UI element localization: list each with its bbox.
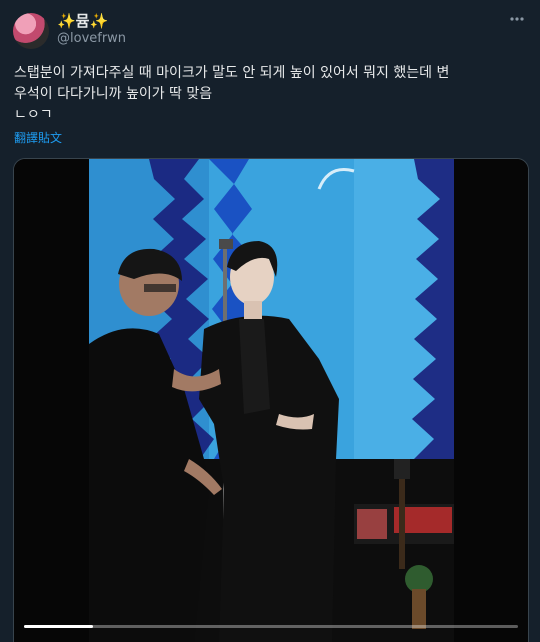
video-progress-bar[interactable] <box>24 625 518 628</box>
more-options-icon[interactable] <box>508 10 526 28</box>
video-progress-fill <box>24 625 94 628</box>
video-player[interactable] <box>13 158 529 642</box>
user-info: ✨뮴✨ @lovefrwn <box>57 12 126 47</box>
user-handle[interactable]: @lovefrwn <box>57 30 126 47</box>
display-name[interactable]: ✨뮴✨ <box>57 12 126 30</box>
tweet: ✨뮴✨ @lovefrwn 스탭분이 가져다주실 때 마이크가 말도 안 되게 … <box>0 0 540 642</box>
video-frame <box>14 159 528 642</box>
translate-link[interactable]: 翻譯貼文 <box>14 129 62 146</box>
more-horizontal-icon <box>510 17 524 21</box>
tweet-text: 스탭분이 가져다주실 때 마이크가 말도 안 되게 높이 있어서 뭐지 했는데 … <box>14 65 450 123</box>
avatar[interactable] <box>13 13 49 49</box>
